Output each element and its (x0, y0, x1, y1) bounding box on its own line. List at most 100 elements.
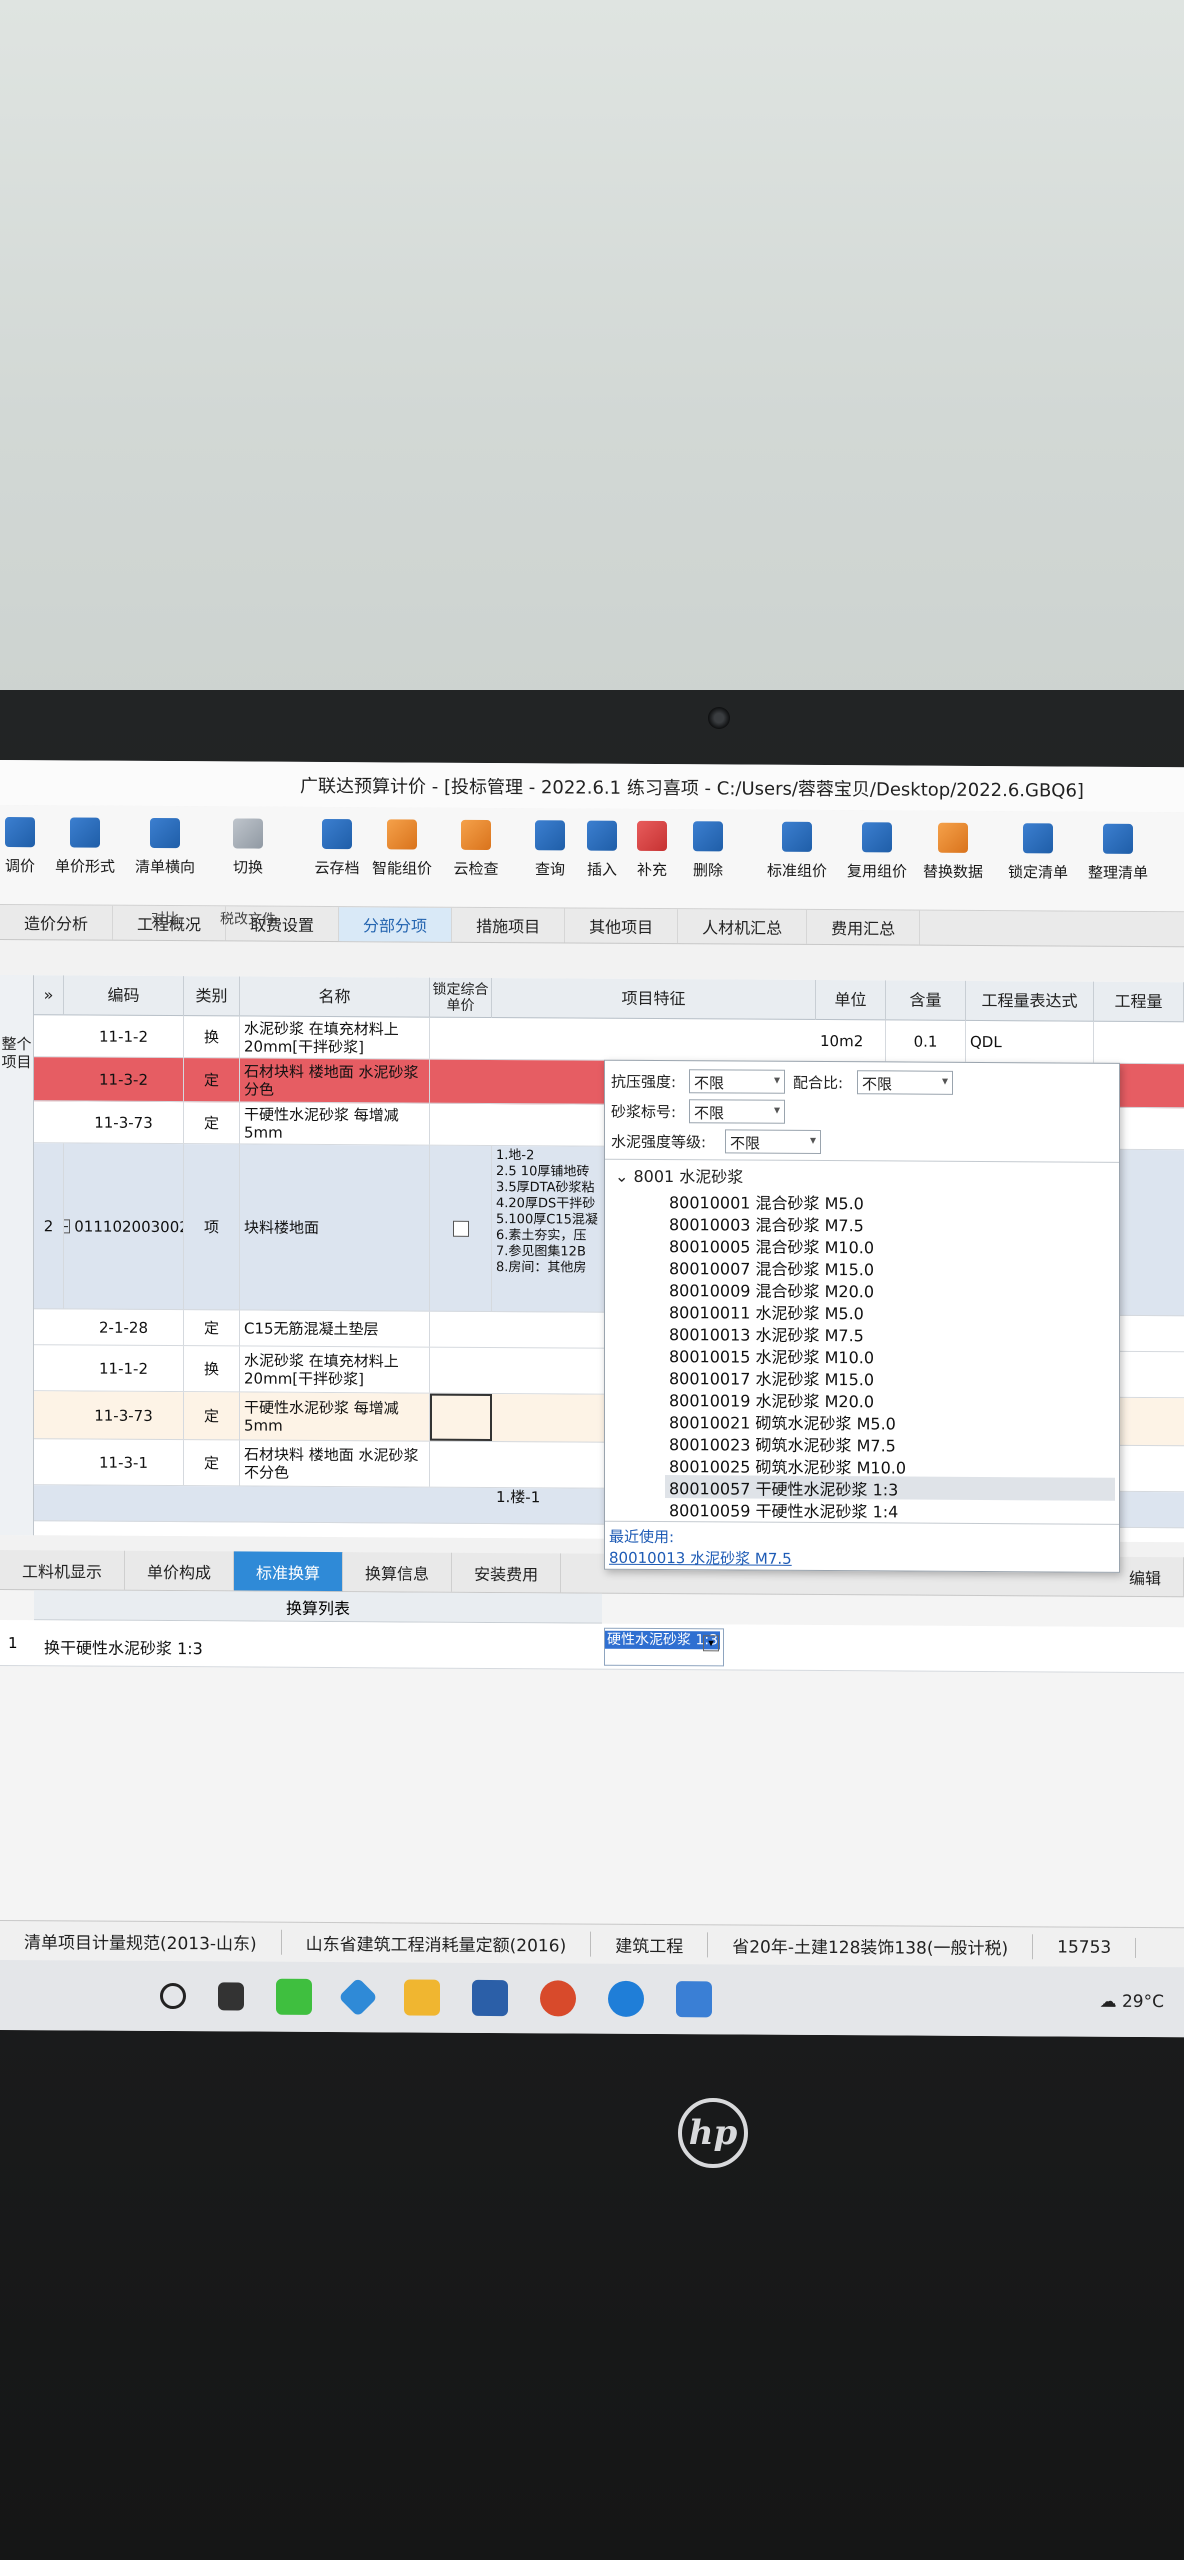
tab-materials-display[interactable]: 工料机显示 (0, 1550, 126, 1590)
status-spec: 清单项目计量规范(2013-山东) (0, 1928, 282, 1955)
tab-sub-items[interactable]: 分部分项 (339, 907, 453, 942)
type-cell: 定 (184, 1058, 240, 1102)
lock-checkbox-cell (430, 1145, 492, 1312)
mortar-grade-select[interactable]: 不限 (689, 1099, 785, 1124)
lock-list-icon (1023, 823, 1053, 854)
tab-fee-summary[interactable]: 费用汇总 (807, 909, 921, 945)
game-icon[interactable] (540, 1980, 576, 2017)
insert-icon (587, 820, 617, 851)
cement-grade-select[interactable]: 不限 (725, 1129, 821, 1155)
wechat-icon[interactable] (276, 1978, 312, 2015)
tab-standard-conversion[interactable]: 标准换算 (234, 1551, 344, 1592)
conversion-row-num: 1 (8, 1634, 18, 1653)
name-cell: C15无筋混凝土垫层 (240, 1310, 430, 1347)
name-cell: 干硬性水泥砂浆 每增减5mm (240, 1102, 430, 1145)
code-cell: 11-3-73 (64, 1101, 184, 1144)
mortar-dropdown[interactable]: 抗压强度: 不限 配合比: 不限 砂浆标号: 不限 水泥强度等级: 不限 ⌄ 8… (604, 1059, 1120, 1573)
tab-other-items[interactable]: 其他项目 (565, 908, 679, 944)
unit-cell: 10m2 (816, 1019, 886, 1062)
status-quota: 山东省建筑工程消耗量定额(2016) (281, 1929, 592, 1957)
search-circle-icon[interactable] (160, 1982, 186, 2010)
replace-data-icon (938, 822, 968, 853)
app-diamond-icon[interactable] (338, 1977, 378, 2017)
conversion-edit-box[interactable]: 硬性水泥砂浆 1:3 ▾ (604, 1627, 724, 1667)
tab-conversion-info[interactable]: 换算信息 (343, 1552, 453, 1592)
app-screen: 广联达预算计价 - [投标管理 - 2022.6.1 练习喜项 - C:/Use… (0, 760, 1184, 2038)
header-unit: 单位 (816, 979, 886, 1021)
status-number: 15753 (1033, 1936, 1137, 1958)
header-name: 名称 (240, 976, 430, 1018)
tree-node-mortar[interactable]: ⌄ 8001 水泥砂浆 (615, 1163, 743, 1188)
type-cell: 定 (184, 1102, 240, 1144)
task-view-icon[interactable] (218, 1982, 244, 2011)
type-cell: 换 (184, 1346, 240, 1392)
recent-link[interactable]: 80010013 水泥砂浆 M7.5 (609, 1547, 1115, 1571)
header-code: 编码 (64, 975, 184, 1017)
status-tax: 省20年-土建128装饰138(一般计税) (708, 1932, 1034, 1960)
chevron-down-icon: ⌄ (615, 1166, 634, 1186)
header-content: 含量 (886, 980, 966, 1021)
cad-icon[interactable] (472, 1979, 508, 2017)
ribbon-toolbar: 调价 单价形式 清单横向 对比 切换 税改文件 云存档 智能组价 云检查 查询 插入… (0, 805, 1184, 928)
lock-checkbox[interactable] (452, 1220, 469, 1237)
header-expand[interactable]: » (34, 975, 64, 1016)
reuse-price-icon (862, 822, 892, 853)
type-cell: 定 (184, 1440, 240, 1486)
header-quantity: 工程量 (1094, 981, 1184, 1023)
type-cell: 定 (184, 1392, 240, 1440)
dropdown-toggle-icon[interactable]: ▾ (703, 1635, 719, 1652)
code-cell: −011102003002 (64, 1143, 184, 1310)
tab-measures[interactable]: 措施项目 (452, 907, 566, 943)
name-cell: 水泥砂浆 在填充材料上 20mm[干拌砂浆] (240, 1346, 430, 1393)
cloud-icon: ☁ (1099, 1991, 1122, 2012)
header-feature: 项目特征 (492, 978, 816, 1020)
code-cell: 11-3-73 (64, 1391, 184, 1440)
project-tree-sidebar[interactable]: 整个项目 (0, 975, 34, 1536)
webcam (708, 707, 730, 729)
delete-icon (693, 821, 723, 852)
dropdown-option[interactable]: 80010059 干硬性水泥砂浆 1:4 (665, 1497, 1115, 1523)
code-cell: 11-1-2 (64, 1345, 184, 1392)
sogou-icon[interactable] (608, 1980, 644, 2017)
tab-materials-summary[interactable]: 人材机汇总 (678, 909, 808, 944)
query-icon (535, 820, 565, 851)
adjust-price-icon (5, 817, 35, 848)
smart-price-icon (387, 819, 417, 850)
supplement-icon (637, 820, 667, 852)
name-cell: 石材块料 楼地面 水泥砂浆 分色 (240, 1058, 430, 1103)
tree-node-label: 8001 水泥砂浆 (633, 1166, 744, 1187)
mortar-grade-label: 砂浆标号: (611, 1102, 677, 1122)
folder-icon[interactable] (404, 1979, 440, 2016)
collapse-icon[interactable]: − (64, 1218, 71, 1233)
active-cell[interactable] (430, 1393, 492, 1442)
type-cell: 定 (184, 1310, 240, 1346)
cloud-check-icon (461, 819, 491, 850)
tab-price-composition[interactable]: 单价构成 (125, 1550, 235, 1591)
table-row[interactable]: 11-1-2 换 水泥砂浆 在填充材料上 20mm[干拌砂浆] 10m2 0.1… (0, 1015, 1184, 1065)
header-type: 类别 (184, 976, 240, 1017)
compressive-strength-label: 抗压强度: (611, 1072, 677, 1092)
compare-icon (150, 817, 180, 849)
budget-app-icon[interactable] (676, 1981, 712, 2018)
conversion-row[interactable]: 1 换干硬性水泥砂浆 1:3 硬性水泥砂浆 1:3 ▾ (0, 1620, 1184, 1674)
organize-list-icon (1103, 823, 1133, 854)
tab-cost-analysis[interactable]: 造价分析 (0, 905, 114, 940)
row-number: 2 (34, 1143, 64, 1309)
mix-ratio-select[interactable]: 不限 (857, 1070, 953, 1095)
taskbar: ☁ 29°C (0, 1960, 1184, 2038)
name-cell: 块料楼地面 (240, 1144, 430, 1311)
type-cell: 换 (184, 1016, 240, 1058)
mix-ratio-label: 配合比: (793, 1073, 844, 1093)
status-discipline: 建筑工程 (591, 1931, 709, 1958)
name-cell: 水泥砂浆 在填充材料上 20mm[干拌砂浆] (240, 1016, 430, 1059)
conversion-row-text: 换干硬性水泥砂浆 1:3 (44, 1638, 203, 1659)
unit-price-icon (70, 817, 100, 848)
name-cell: 石材块料 楼地面 水泥砂浆 不分色 (240, 1440, 430, 1487)
code-text: 011102003002 (74, 1216, 184, 1236)
compressive-strength-select[interactable]: 不限 (689, 1069, 785, 1094)
tab-install-fee[interactable]: 安装费用 (452, 1552, 562, 1593)
code-cell: 11-1-2 (64, 1015, 184, 1058)
weather-widget[interactable]: ☁ 29°C (1100, 1992, 1164, 2012)
weather-temp: 29°C (1121, 1991, 1164, 2013)
code-cell: 2-1-28 (64, 1309, 184, 1346)
